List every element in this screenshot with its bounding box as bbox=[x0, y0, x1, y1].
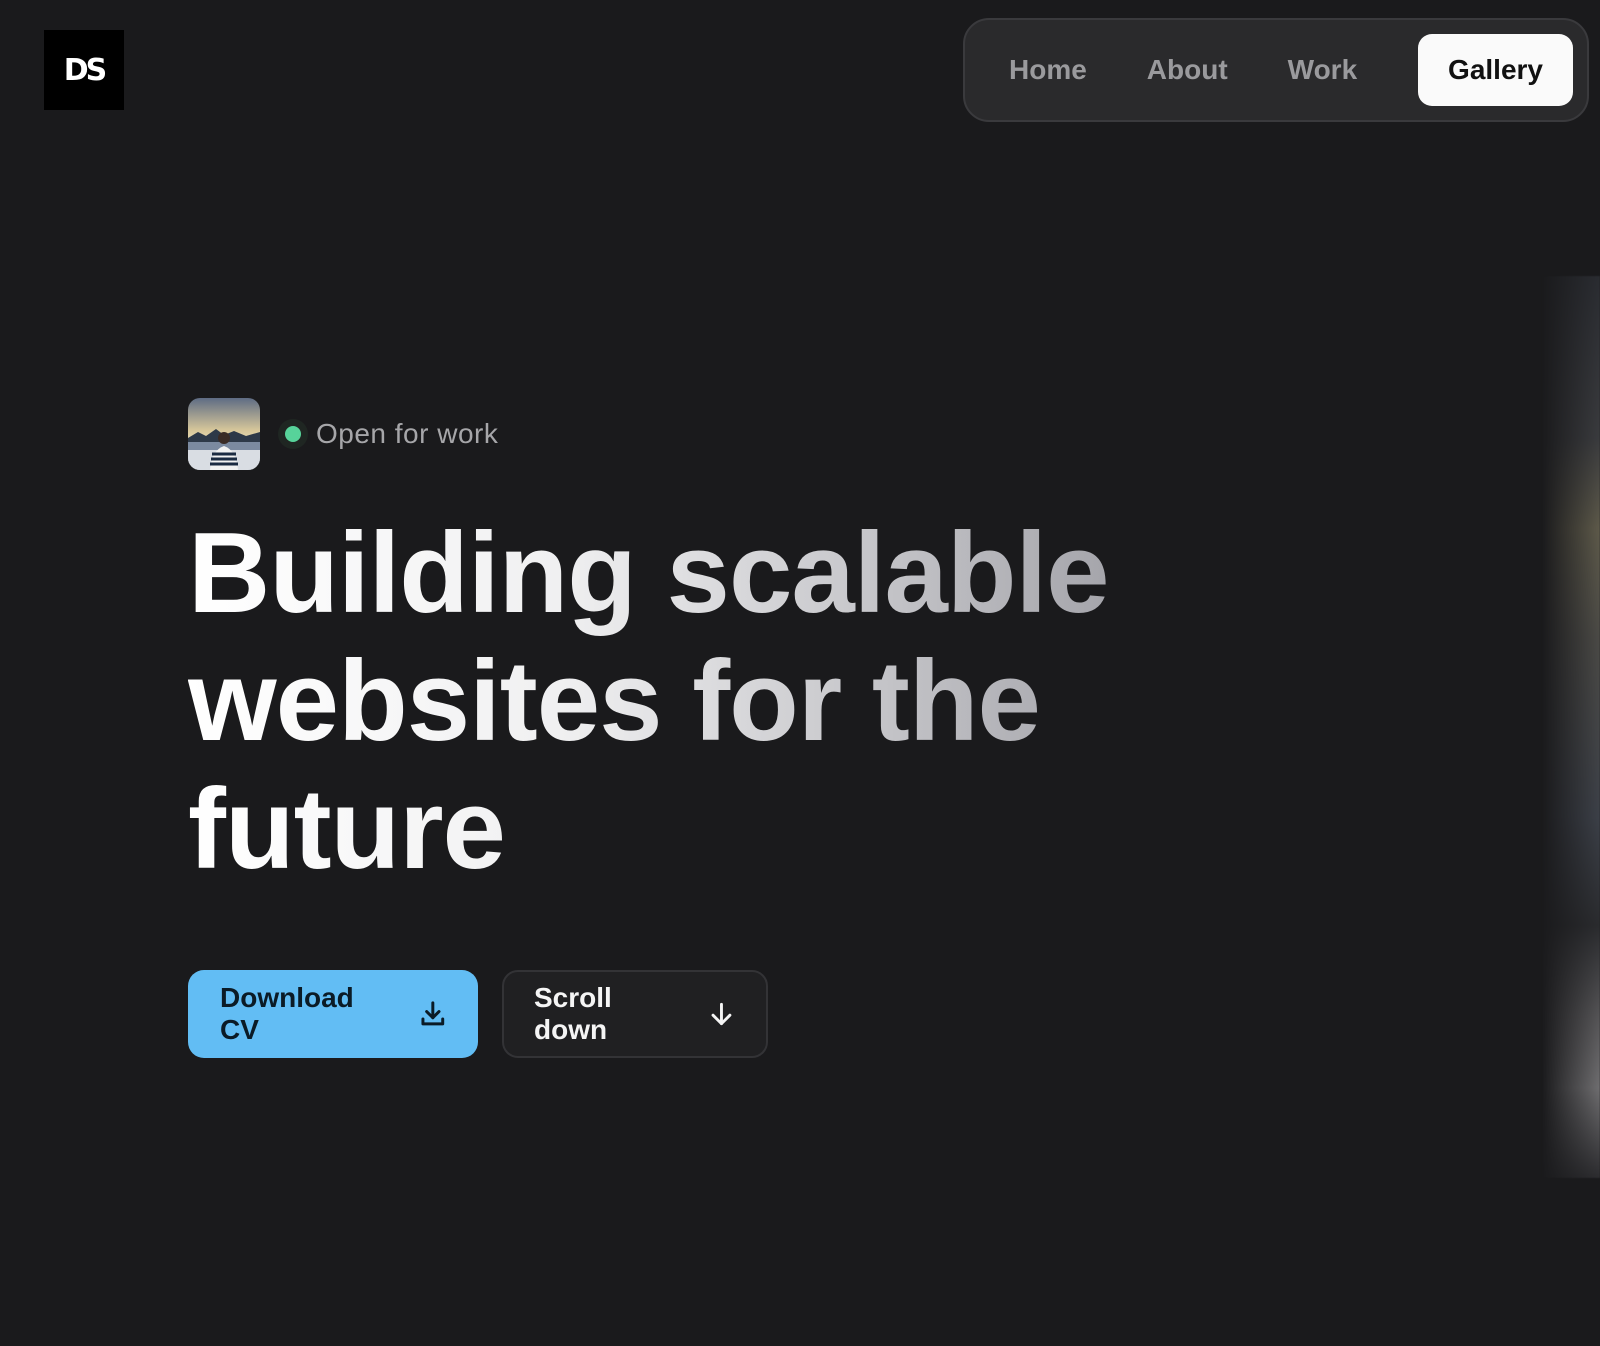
nav-work[interactable]: Work bbox=[1258, 34, 1388, 106]
hero-headline: Building scalable websites for the futur… bbox=[188, 510, 1118, 894]
download-cv-label: Download CV bbox=[220, 982, 354, 1045]
arrow-down-icon bbox=[711, 1002, 732, 1026]
hero-section: Open for work Building scalable websites… bbox=[188, 398, 1188, 894]
nav-gallery[interactable]: Gallery bbox=[1418, 34, 1573, 106]
status-dot-icon bbox=[278, 419, 308, 449]
status-text: Open for work bbox=[316, 418, 499, 449]
site-logo[interactable]: DS bbox=[44, 30, 124, 110]
download-cv-button[interactable]: Download CV bbox=[188, 970, 478, 1058]
status-dot bbox=[285, 426, 301, 442]
hero-actions: Download CV Scroll down bbox=[188, 970, 768, 1058]
hero-side-image bbox=[1542, 276, 1600, 1178]
avatar-photo-icon bbox=[188, 398, 260, 470]
avatar bbox=[188, 398, 260, 470]
scroll-down-button[interactable]: Scroll down bbox=[502, 970, 768, 1058]
nav-home[interactable]: Home bbox=[979, 34, 1117, 106]
availability-status: Open for work bbox=[188, 398, 1188, 470]
main-navigation: Home About Work Gallery bbox=[963, 18, 1589, 122]
download-icon bbox=[421, 1001, 445, 1026]
nav-about[interactable]: About bbox=[1117, 34, 1258, 106]
scroll-down-label: Scroll down bbox=[534, 982, 612, 1045]
